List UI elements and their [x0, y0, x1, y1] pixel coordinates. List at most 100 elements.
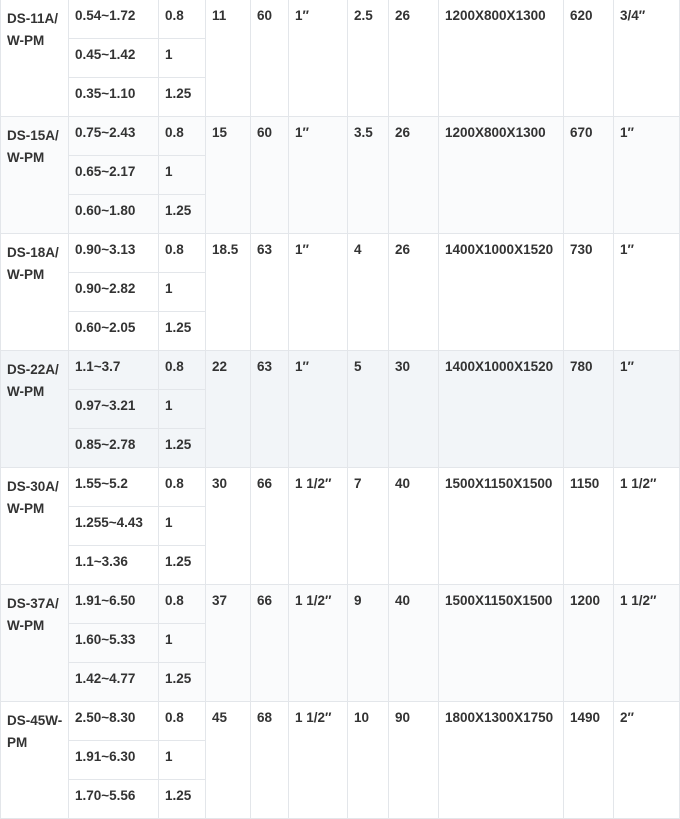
spec-row-group: DS-45W-PM 2.50~8.30 0.8 45 68 1 1/2″ 10 … [0, 701, 680, 819]
pressure-cell: 1.25 [158, 662, 206, 702]
outlet-cell: 1″ [288, 116, 348, 234]
pressure-cell: 1.25 [158, 77, 206, 117]
cooling-cell: 10 [347, 701, 389, 819]
table-row: DS-18A/W-PM 0.90~3.13 0.8 18.5 63 1″ 4 2… [0, 233, 680, 351]
flow-cell: 1.70~5.56 [68, 779, 159, 819]
noise-cell: 63 [250, 350, 289, 468]
drain-cell: 3/4″ [613, 0, 680, 117]
pressure-cell: 1 [158, 740, 206, 780]
weight-cell: 1150 [563, 467, 614, 585]
power-cell: 15 [205, 116, 251, 234]
dimension-cell: 1500X1150X1500 [438, 584, 564, 702]
pressure-cell: 0.8 [158, 467, 206, 507]
dimension-cell: 1200X800X1300 [438, 116, 564, 234]
outlet-cell: 1″ [288, 350, 348, 468]
outlet-cell: 1 1/2″ [288, 467, 348, 585]
pressure-cell: 0.8 [158, 233, 206, 273]
cooling-cell: 9 [347, 584, 389, 702]
flow-cell: 2.50~8.30 [68, 701, 159, 741]
flow-cell: 0.75~2.43 [68, 116, 159, 156]
model-cell: DS-11A/W-PM [0, 0, 69, 117]
spec-table: DS-11A/W-PM 0.54~1.72 0.8 11 60 1″ 2.5 2… [0, 0, 680, 819]
spec-row-group-highlighted: DS-22A/W-PM 1.1~3.7 0.8 22 63 1″ 5 30 14… [0, 350, 680, 468]
cooling-cell: 5 [347, 350, 389, 468]
weight-cell: 670 [563, 116, 614, 234]
table-row: DS-22A/W-PM 1.1~3.7 0.8 22 63 1″ 5 30 14… [0, 350, 680, 468]
flow-cell: 1.91~6.30 [68, 740, 159, 780]
drain-cell: 1″ [613, 233, 680, 351]
noise-cell: 60 [250, 116, 289, 234]
outlet-cell: 1″ [288, 233, 348, 351]
flow-cell: 1.1~3.7 [68, 350, 159, 390]
noise-cell: 66 [250, 584, 289, 702]
pressure-cell: 1 [158, 155, 206, 195]
dimension-cell: 1200X800X1300 [438, 0, 564, 117]
pressure-cell: 1 [158, 506, 206, 546]
fan-cell: 26 [388, 116, 439, 234]
dimension-cell: 1400X1000X1520 [438, 233, 564, 351]
fan-cell: 90 [388, 701, 439, 819]
fan-cell: 40 [388, 584, 439, 702]
weight-cell: 780 [563, 350, 614, 468]
power-cell: 22 [205, 350, 251, 468]
flow-cell: 0.65~2.17 [68, 155, 159, 195]
table-row: DS-37A/W-PM 1.91~6.50 0.8 37 66 1 1/2″ 9… [0, 584, 680, 702]
noise-cell: 66 [250, 467, 289, 585]
noise-cell: 68 [250, 701, 289, 819]
table-row: DS-30A/W-PM 1.55~5.2 0.8 30 66 1 1/2″ 7 … [0, 467, 680, 585]
spec-row-group: DS-18A/W-PM 0.90~3.13 0.8 18.5 63 1″ 4 2… [0, 233, 680, 351]
flow-cell: 0.45~1.42 [68, 38, 159, 78]
flow-cell: 0.85~2.78 [68, 428, 159, 468]
drain-cell: 1″ [613, 350, 680, 468]
drain-cell: 1 1/2″ [613, 584, 680, 702]
model-cell: DS-15A/W-PM [0, 116, 69, 234]
fan-cell: 26 [388, 233, 439, 351]
pressure-cell: 0.8 [158, 116, 206, 156]
model-cell: DS-37A/W-PM [0, 584, 69, 702]
model-cell: DS-30A/W-PM [0, 467, 69, 585]
model-cell: DS-22A/W-PM [0, 350, 69, 468]
weight-cell: 1200 [563, 584, 614, 702]
dimension-cell: 1800X1300X1750 [438, 701, 564, 819]
power-cell: 18.5 [205, 233, 251, 351]
outlet-cell: 1″ [288, 0, 348, 117]
pressure-cell: 0.8 [158, 0, 206, 39]
flow-cell: 0.35~1.10 [68, 77, 159, 117]
cooling-cell: 7 [347, 467, 389, 585]
weight-cell: 620 [563, 0, 614, 117]
flow-cell: 0.90~3.13 [68, 233, 159, 273]
outlet-cell: 1 1/2″ [288, 584, 348, 702]
flow-cell: 0.97~3.21 [68, 389, 159, 429]
model-cell: DS-18A/W-PM [0, 233, 69, 351]
cooling-cell: 3.5 [347, 116, 389, 234]
drain-cell: 2″ [613, 701, 680, 819]
table-row: DS-11A/W-PM 0.54~1.72 0.8 11 60 1″ 2.5 2… [0, 0, 680, 117]
pressure-cell: 1 [158, 389, 206, 429]
pressure-cell: 0.8 [158, 701, 206, 741]
cooling-cell: 4 [347, 233, 389, 351]
spec-row-group: DS-30A/W-PM 1.55~5.2 0.8 30 66 1 1/2″ 7 … [0, 467, 680, 585]
flow-cell: 1.255~4.43 [68, 506, 159, 546]
pressure-cell: 1 [158, 38, 206, 78]
fan-cell: 26 [388, 0, 439, 117]
pressure-cell: 0.8 [158, 350, 206, 390]
power-cell: 30 [205, 467, 251, 585]
dimension-cell: 1500X1150X1500 [438, 467, 564, 585]
flow-cell: 1.55~5.2 [68, 467, 159, 507]
noise-cell: 63 [250, 233, 289, 351]
flow-cell: 1.42~4.77 [68, 662, 159, 702]
pressure-cell: 0.8 [158, 584, 206, 624]
model-cell: DS-45W-PM [0, 701, 69, 819]
power-cell: 11 [205, 0, 251, 117]
fan-cell: 40 [388, 467, 439, 585]
cooling-cell: 2.5 [347, 0, 389, 117]
pressure-cell: 1.25 [158, 194, 206, 234]
pressure-cell: 1.25 [158, 545, 206, 585]
weight-cell: 730 [563, 233, 614, 351]
flow-cell: 0.60~2.05 [68, 311, 159, 351]
pressure-cell: 1 [158, 623, 206, 663]
dimension-cell: 1400X1000X1520 [438, 350, 564, 468]
noise-cell: 60 [250, 0, 289, 117]
weight-cell: 1490 [563, 701, 614, 819]
drain-cell: 1 1/2″ [613, 467, 680, 585]
